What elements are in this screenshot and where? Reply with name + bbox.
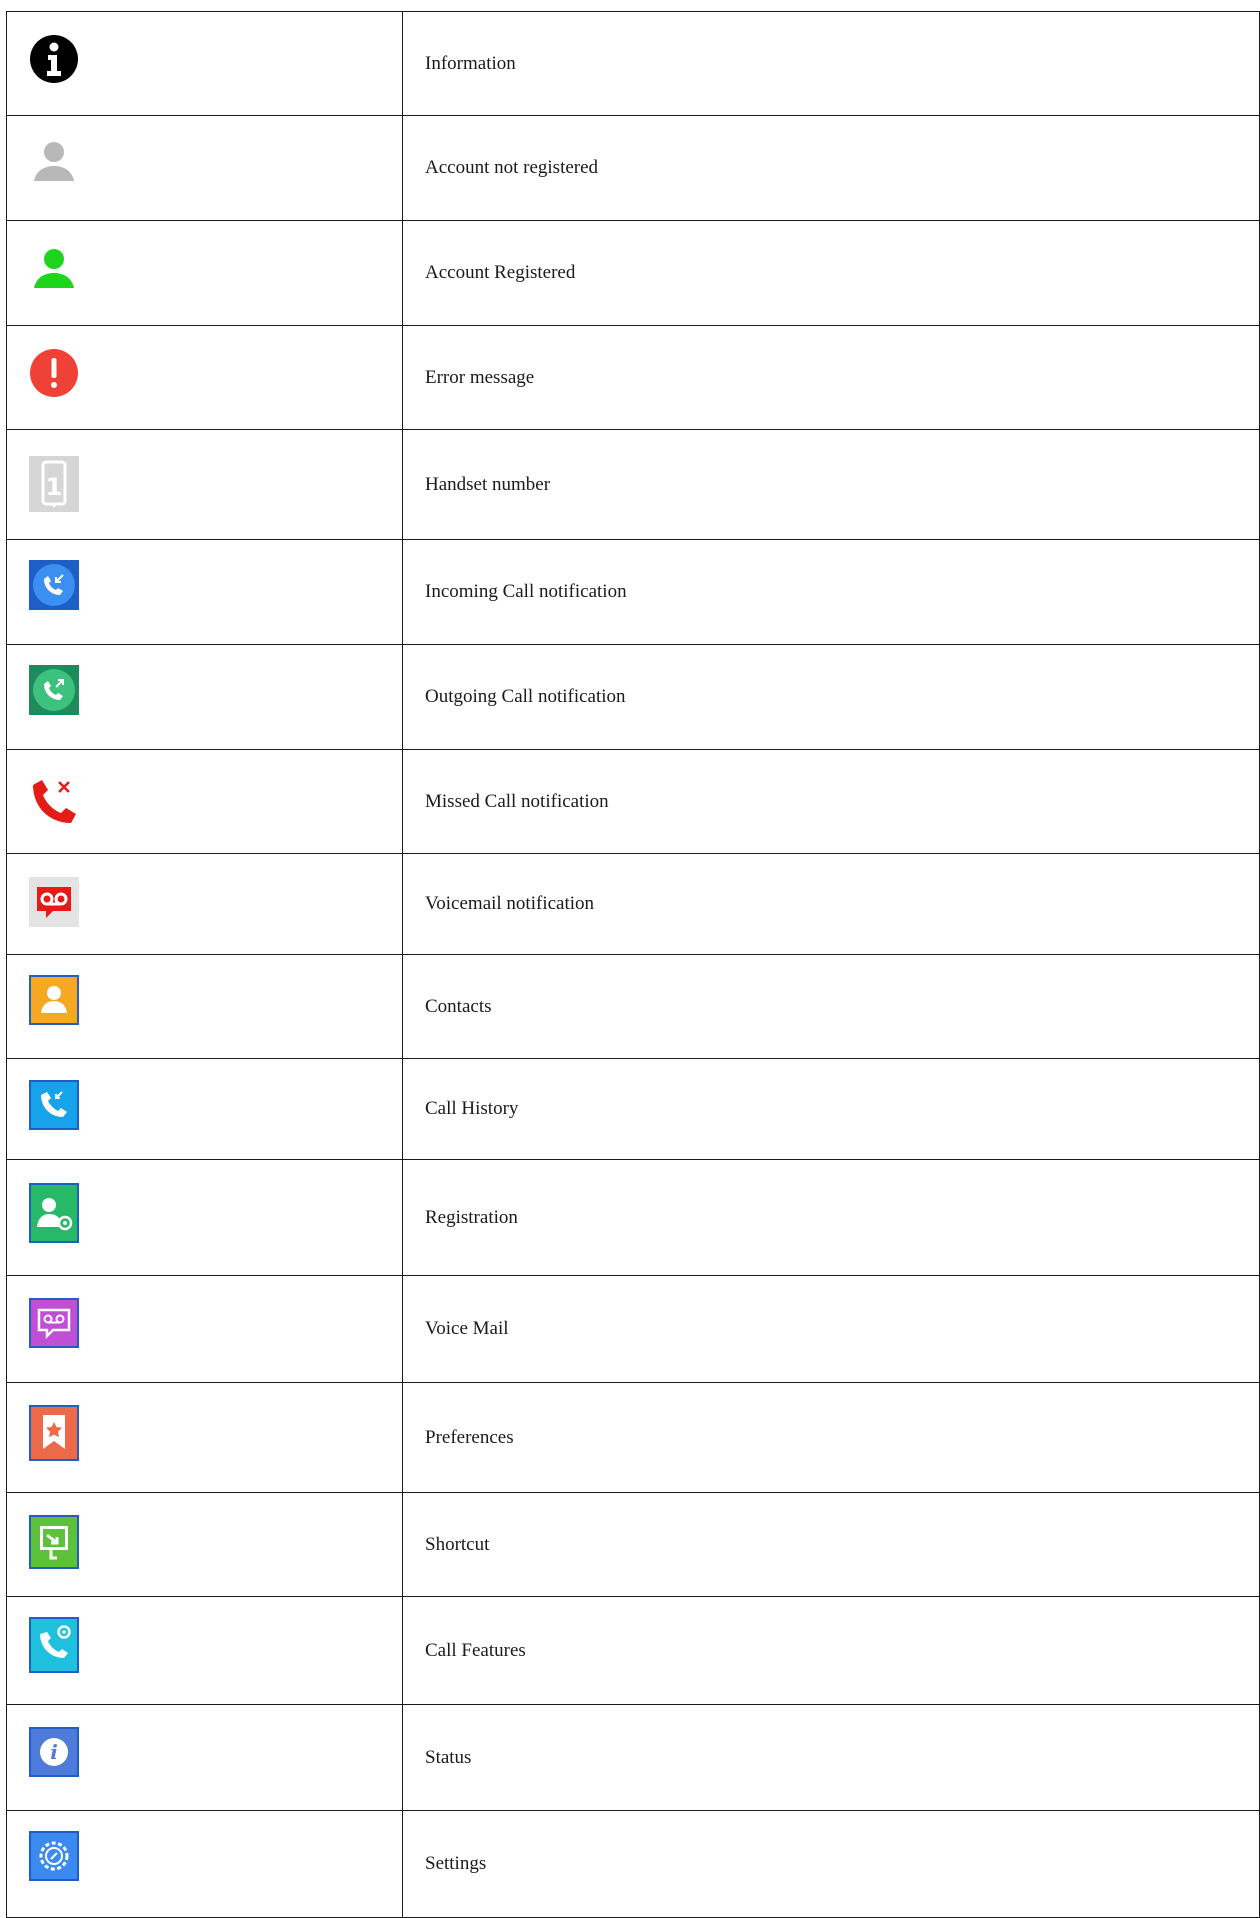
table-row: Missed Call notification <box>6 749 1260 854</box>
table-row: i Status <box>6 1704 1260 1811</box>
row-label: Voice Mail <box>402 1275 1260 1383</box>
row-label: Account Registered <box>402 220 1260 326</box>
row-label: Error message <box>402 325 1260 430</box>
row-label: Outgoing Call notification <box>402 644 1260 750</box>
row-label: Information <box>402 11 1260 116</box>
contacts-icon <box>29 975 79 1025</box>
incoming-call-icon <box>29 560 79 610</box>
icon-cell <box>6 1275 403 1383</box>
icon-cell <box>6 325 403 430</box>
settings-icon <box>29 1831 79 1881</box>
shortcut-icon <box>29 1515 79 1569</box>
row-label: Preferences <box>402 1382 1260 1493</box>
table-row: Call Features <box>6 1596 1260 1705</box>
icon-cell <box>6 1596 403 1705</box>
icon-cell <box>6 749 403 854</box>
table-row: Shortcut <box>6 1492 1260 1597</box>
table-row: Preferences <box>6 1382 1260 1493</box>
voicemail-notification-icon <box>29 877 79 927</box>
icon-cell: i <box>6 1704 403 1811</box>
table-row: Account Registered <box>6 220 1260 326</box>
table-row: Call History <box>6 1058 1260 1160</box>
icon-cell <box>6 220 403 326</box>
registration-icon <box>29 1183 79 1243</box>
voice-mail-icon <box>29 1298 79 1348</box>
status-icon: i <box>29 1727 79 1777</box>
icon-cell <box>6 115 403 221</box>
row-label: Missed Call notification <box>402 749 1260 854</box>
row-label: Voicemail notification <box>402 853 1260 955</box>
icon-cell <box>6 853 403 955</box>
table-row: Contacts <box>6 954 1260 1059</box>
icon-cell <box>6 1058 403 1160</box>
icon-cell <box>6 1810 403 1918</box>
table-row: Voice Mail <box>6 1275 1260 1383</box>
row-label: Status <box>402 1704 1260 1811</box>
error-message-icon <box>29 348 79 398</box>
row-label: Registration <box>402 1159 1260 1276</box>
icon-cell <box>6 1492 403 1597</box>
table-row: Voicemail notification <box>6 853 1260 955</box>
svg-text:1: 1 <box>46 473 63 501</box>
icon-legend-table: Information Account not registered Accou… <box>6 11 1260 1918</box>
row-label: Handset number <box>402 429 1260 540</box>
call-history-icon <box>29 1080 79 1130</box>
row-label: Account not registered <box>402 115 1260 221</box>
table-row: Settings <box>6 1810 1260 1918</box>
table-row: Incoming Call notification <box>6 539 1260 645</box>
icon-cell <box>6 1159 403 1276</box>
table-row: Information <box>6 11 1260 116</box>
row-label: Settings <box>402 1810 1260 1918</box>
icon-cell <box>6 644 403 750</box>
account-registered-icon <box>29 244 79 294</box>
table-row: 1 Handset number <box>6 429 1260 540</box>
row-label: Contacts <box>402 954 1260 1059</box>
icon-cell <box>6 539 403 645</box>
icon-cell <box>6 954 403 1059</box>
row-label: Shortcut <box>402 1492 1260 1597</box>
table-row: Outgoing Call notification <box>6 644 1260 750</box>
handset-number-icon: 1 <box>29 456 79 512</box>
missed-call-icon <box>29 777 79 827</box>
outgoing-call-icon <box>29 665 79 715</box>
table-row: Account not registered <box>6 115 1260 221</box>
row-label: Call Features <box>402 1596 1260 1705</box>
table-row: Error message <box>6 325 1260 430</box>
icon-cell <box>6 11 403 116</box>
row-label: Call History <box>402 1058 1260 1160</box>
preferences-icon <box>29 1405 79 1461</box>
account-not-registered-icon <box>29 137 79 187</box>
row-label: Incoming Call notification <box>402 539 1260 645</box>
icon-cell: 1 <box>6 429 403 540</box>
icon-cell <box>6 1382 403 1493</box>
info-circle-icon <box>29 34 79 84</box>
call-features-icon <box>29 1617 79 1673</box>
table-row: Registration <box>6 1159 1260 1276</box>
svg-text:i: i <box>50 1740 58 1764</box>
